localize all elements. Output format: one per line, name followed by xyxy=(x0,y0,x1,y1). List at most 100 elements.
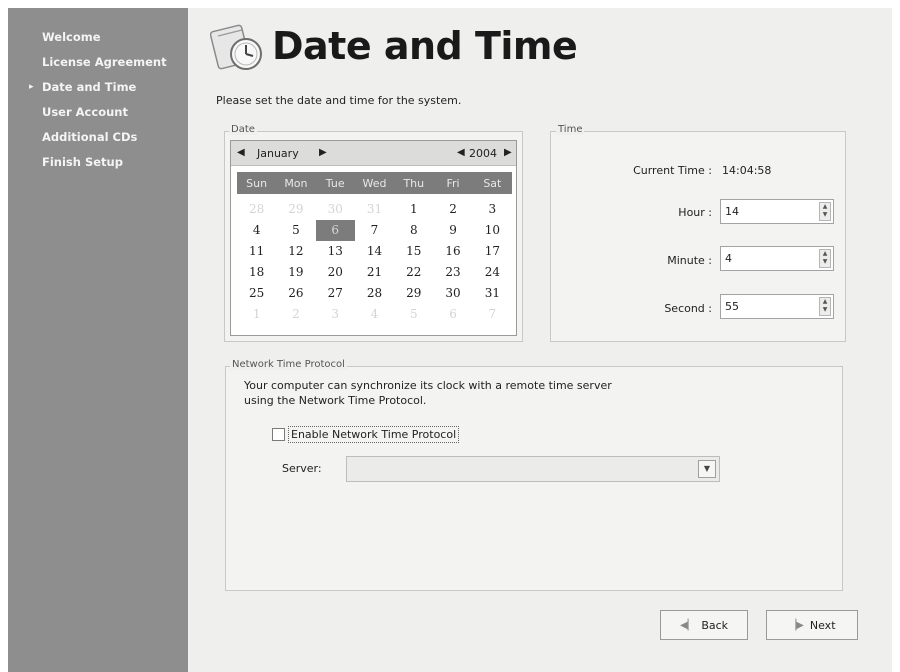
calendar-day[interactable]: 7 xyxy=(473,304,512,325)
second-spinner[interactable]: 55 ▲ ▼ xyxy=(720,294,834,319)
next-year-arrow-icon[interactable]: ▶ xyxy=(504,147,512,158)
calendar-day[interactable]: 26 xyxy=(276,283,315,304)
day-header: Wed xyxy=(362,176,387,190)
calendar-day[interactable]: 30 xyxy=(316,199,355,220)
sidebar-item-welcome: Welcome xyxy=(42,30,101,44)
sidebar-item-finish-setup: Finish Setup xyxy=(42,155,123,169)
calendar-year: 2004 xyxy=(469,147,497,160)
calendar-day-headers: Sun Mon Tue Wed Thu Fri Sat xyxy=(237,172,512,194)
back-arrow-icon: ◀▏ xyxy=(679,619,696,631)
calendar-day[interactable]: 9 xyxy=(433,220,472,241)
minute-label: Minute : xyxy=(667,254,712,267)
sidebar-item-license-agreement: License Agreement xyxy=(42,55,167,69)
sidebar-item-user-account: User Account xyxy=(42,105,128,119)
enable-ntp-checkbox[interactable] xyxy=(272,428,285,441)
second-label: Second : xyxy=(664,302,712,315)
day-header: Tue xyxy=(325,176,345,190)
calendar-day[interactable]: 14 xyxy=(355,241,394,262)
calendar-day[interactable]: 2 xyxy=(433,199,472,220)
calendar-day[interactable]: 13 xyxy=(316,241,355,262)
spin-arrows-icon[interactable]: ▲ ▼ xyxy=(819,249,831,268)
calendar-day[interactable]: 6 xyxy=(433,304,472,325)
page-subtitle: Please set the date and time for the sys… xyxy=(216,94,462,107)
back-button[interactable]: ◀▏ Back xyxy=(660,610,748,640)
calendar-day[interactable]: 25 xyxy=(237,283,276,304)
sidebar: Welcome License Agreement ▸ Date and Tim… xyxy=(8,8,188,672)
calendar-day[interactable]: 5 xyxy=(276,220,315,241)
calendar-day[interactable]: 27 xyxy=(316,283,355,304)
ntp-description-line: Your computer can synchronize its clock … xyxy=(244,379,612,392)
day-header: Sat xyxy=(483,176,502,190)
calendar-day[interactable]: 29 xyxy=(394,283,433,304)
minute-spinner[interactable]: 4 ▲ ▼ xyxy=(720,246,834,271)
calendar-day[interactable]: 16 xyxy=(433,241,472,262)
current-time-value: 14:04:58 xyxy=(722,164,772,177)
calendar-header: ◀ January ▶ ◀ 2004 ▶ xyxy=(231,141,516,166)
calendar-day[interactable]: 21 xyxy=(355,262,394,283)
next-button-label: Next xyxy=(809,618,836,632)
hour-value: 14 xyxy=(725,205,739,218)
calendar-day[interactable]: 3 xyxy=(473,199,512,220)
enable-ntp-label[interactable]: Enable Network Time Protocol xyxy=(288,426,460,443)
prev-year-arrow-icon[interactable]: ◀ xyxy=(457,147,465,158)
hour-spinner[interactable]: 14 ▲ ▼ xyxy=(720,199,834,224)
calendar-day[interactable]: 17 xyxy=(473,241,512,262)
calendar-day[interactable]: 31 xyxy=(355,199,394,220)
calendar-day[interactable]: 1 xyxy=(394,199,433,220)
calendar-day[interactable]: 4 xyxy=(237,220,276,241)
calendar-day[interactable]: 1 xyxy=(237,304,276,325)
sidebar-item-date-and-time: Date and Time xyxy=(42,80,137,94)
calendar-day[interactable]: 2 xyxy=(276,304,315,325)
calendar-day[interactable]: 5 xyxy=(394,304,433,325)
day-header: Mon xyxy=(284,176,308,190)
spin-arrows-icon[interactable]: ▲ ▼ xyxy=(819,202,831,221)
calendar-day[interactable]: 24 xyxy=(473,262,512,283)
ntp-description-line: using the Network Time Protocol. xyxy=(244,394,427,407)
calendar-day[interactable]: 8 xyxy=(394,220,433,241)
server-label: Server: xyxy=(282,462,322,475)
day-header: Sun xyxy=(246,176,268,190)
minute-value: 4 xyxy=(725,252,732,265)
second-value: 55 xyxy=(725,300,739,313)
calendar-day[interactable]: 28 xyxy=(355,283,394,304)
calendar-grid: 28 29 30 31 1 2 3 4 5 6 7 8 9 10 11 12 13 14 15 16 17 18 19 20 2… xyxy=(237,199,512,325)
calendar-day[interactable]: 19 xyxy=(276,262,315,283)
current-step-marker-icon: ▸ xyxy=(29,82,34,92)
current-time-label: Current Time : xyxy=(633,164,712,177)
calendar-day[interactable]: 3 xyxy=(316,304,355,325)
calendar-day[interactable]: 11 xyxy=(237,241,276,262)
calendar-day[interactable]: 31 xyxy=(473,283,512,304)
calendar-day-selected[interactable]: 6 xyxy=(315,220,355,241)
ntp-description: Your computer can synchronize its clock … xyxy=(244,378,612,408)
calendar-month: January xyxy=(257,147,299,160)
date-group-label: Date xyxy=(229,124,257,135)
calendar-day[interactable]: 29 xyxy=(276,199,315,220)
date-time-clock-icon xyxy=(209,22,266,74)
calendar-day[interactable]: 30 xyxy=(433,283,472,304)
calendar-day[interactable]: 4 xyxy=(355,304,394,325)
calendar-day[interactable]: 10 xyxy=(473,220,512,241)
calendar-day[interactable]: 18 xyxy=(237,262,276,283)
sidebar-item-additional-cds: Additional CDs xyxy=(42,130,138,144)
time-group-label: Time xyxy=(556,124,585,135)
calendar-day[interactable]: 22 xyxy=(394,262,433,283)
calendar-day[interactable]: 15 xyxy=(394,241,433,262)
calendar[interactable]: ◀ January ▶ ◀ 2004 ▶ Sun Mon Tue Wed Thu… xyxy=(230,140,517,336)
prev-month-arrow-icon[interactable]: ◀ xyxy=(237,147,245,158)
chevron-down-icon[interactable]: ▼ xyxy=(698,460,716,478)
next-button[interactable]: ▕▶ Next xyxy=(766,610,858,640)
page-title: Date and Time xyxy=(272,24,578,68)
calendar-day[interactable]: 20 xyxy=(316,262,355,283)
spin-arrows-icon[interactable]: ▲ ▼ xyxy=(819,297,831,316)
hour-label: Hour : xyxy=(678,206,712,219)
calendar-day[interactable]: 28 xyxy=(237,199,276,220)
next-arrow-icon: ▕▶ xyxy=(788,619,804,631)
day-header: Thu xyxy=(403,176,425,190)
calendar-day[interactable]: 12 xyxy=(276,241,315,262)
day-header: Fri xyxy=(446,176,460,190)
server-combo[interactable]: ▼ xyxy=(346,456,720,482)
calendar-day[interactable]: 23 xyxy=(433,262,472,283)
back-button-label: Back xyxy=(701,618,729,632)
next-month-arrow-icon[interactable]: ▶ xyxy=(319,147,327,158)
calendar-day[interactable]: 7 xyxy=(355,220,394,241)
